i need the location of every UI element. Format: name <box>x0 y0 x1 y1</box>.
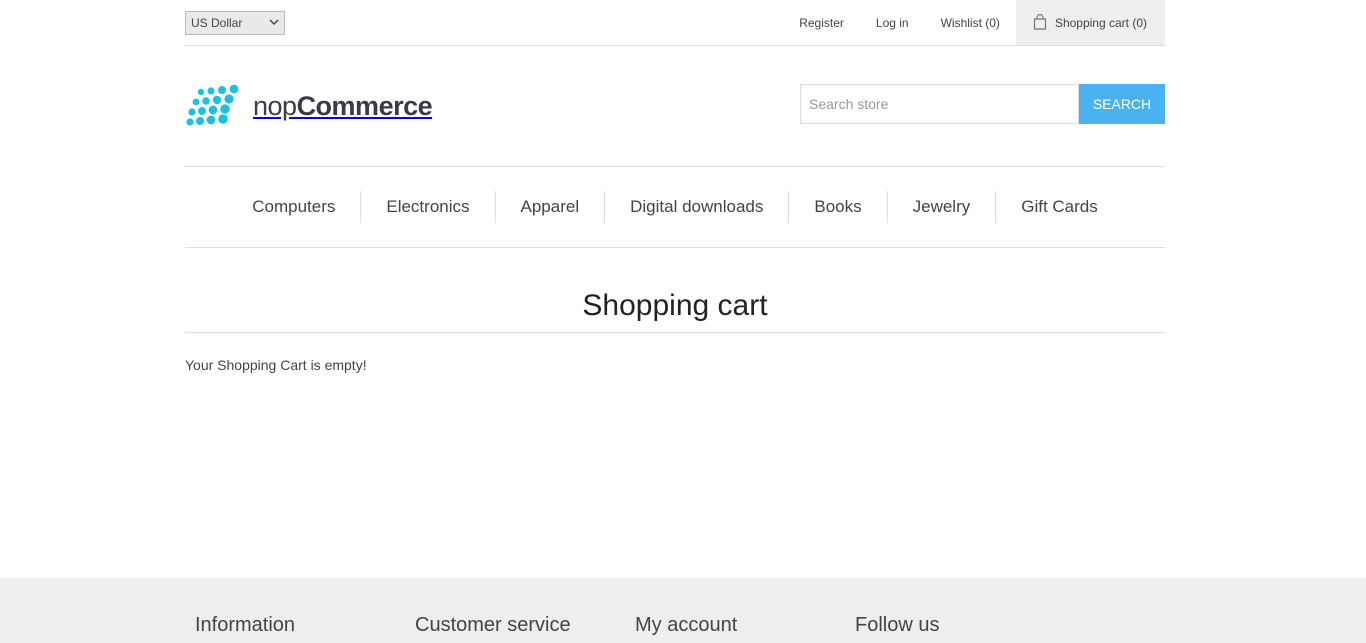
menu-item-gift-cards[interactable]: Gift Cards <box>995 191 1123 223</box>
shopping-cart-label: Shopping cart (0) <box>1054 15 1147 30</box>
shopping-cart-link[interactable]: Shopping cart (0) <box>1015 0 1165 45</box>
footer-heading-my-account: My account <box>635 614 738 636</box>
currency-selected: US Dollar <box>191 16 243 30</box>
page-title-section: Shopping cart <box>185 248 1165 333</box>
shopping-bag-icon <box>1033 13 1047 30</box>
menu-item-books[interactable]: Books <box>788 191 886 223</box>
header-lower: nopCommerce SEARCH <box>185 46 1165 167</box>
menu-item-digital-downloads[interactable]: Digital downloads <box>604 191 788 223</box>
logo-text-commerce: Commerce <box>296 90 433 121</box>
menu-item-computers[interactable]: Computers <box>227 191 360 223</box>
top-menu: Computers Electronics Apparel Digital do… <box>185 167 1165 248</box>
footer-heading-follow-us: Follow us <box>855 614 940 636</box>
page-title: Shopping cart <box>582 289 768 322</box>
currency-selector[interactable]: US Dollar <box>185 11 285 35</box>
footer: Information Customer service My account … <box>0 578 1366 643</box>
search-button[interactable]: SEARCH <box>1079 84 1165 124</box>
wishlist-link[interactable]: Wishlist (0) <box>941 16 1000 30</box>
menu-item-apparel[interactable]: Apparel <box>494 191 605 223</box>
footer-heading-information: Information <box>195 614 296 636</box>
logo-text: nopCommerce <box>253 90 433 122</box>
search-input[interactable] <box>800 84 1079 124</box>
register-link[interactable]: Register <box>799 16 844 30</box>
store-logo[interactable]: nopCommerce <box>185 84 433 128</box>
logo-text-nop: nop <box>253 90 297 121</box>
cart-empty-message: Your Shopping Cart is empty! <box>185 357 367 373</box>
login-link[interactable]: Log in <box>876 16 909 30</box>
footer-heading-customer-service: Customer service <box>415 614 571 636</box>
menu-item-electronics[interactable]: Electronics <box>360 191 494 223</box>
chevron-down-icon <box>269 19 279 25</box>
header-upper: US Dollar Register Log in Wishlist (0) S… <box>185 0 1165 46</box>
menu-item-jewelry[interactable]: Jewelry <box>886 191 996 223</box>
header-links: Register Log in Wishlist (0) Shopping ca… <box>767 0 1165 45</box>
search-box: SEARCH <box>800 84 1165 124</box>
logo-dots-icon <box>186 84 239 126</box>
